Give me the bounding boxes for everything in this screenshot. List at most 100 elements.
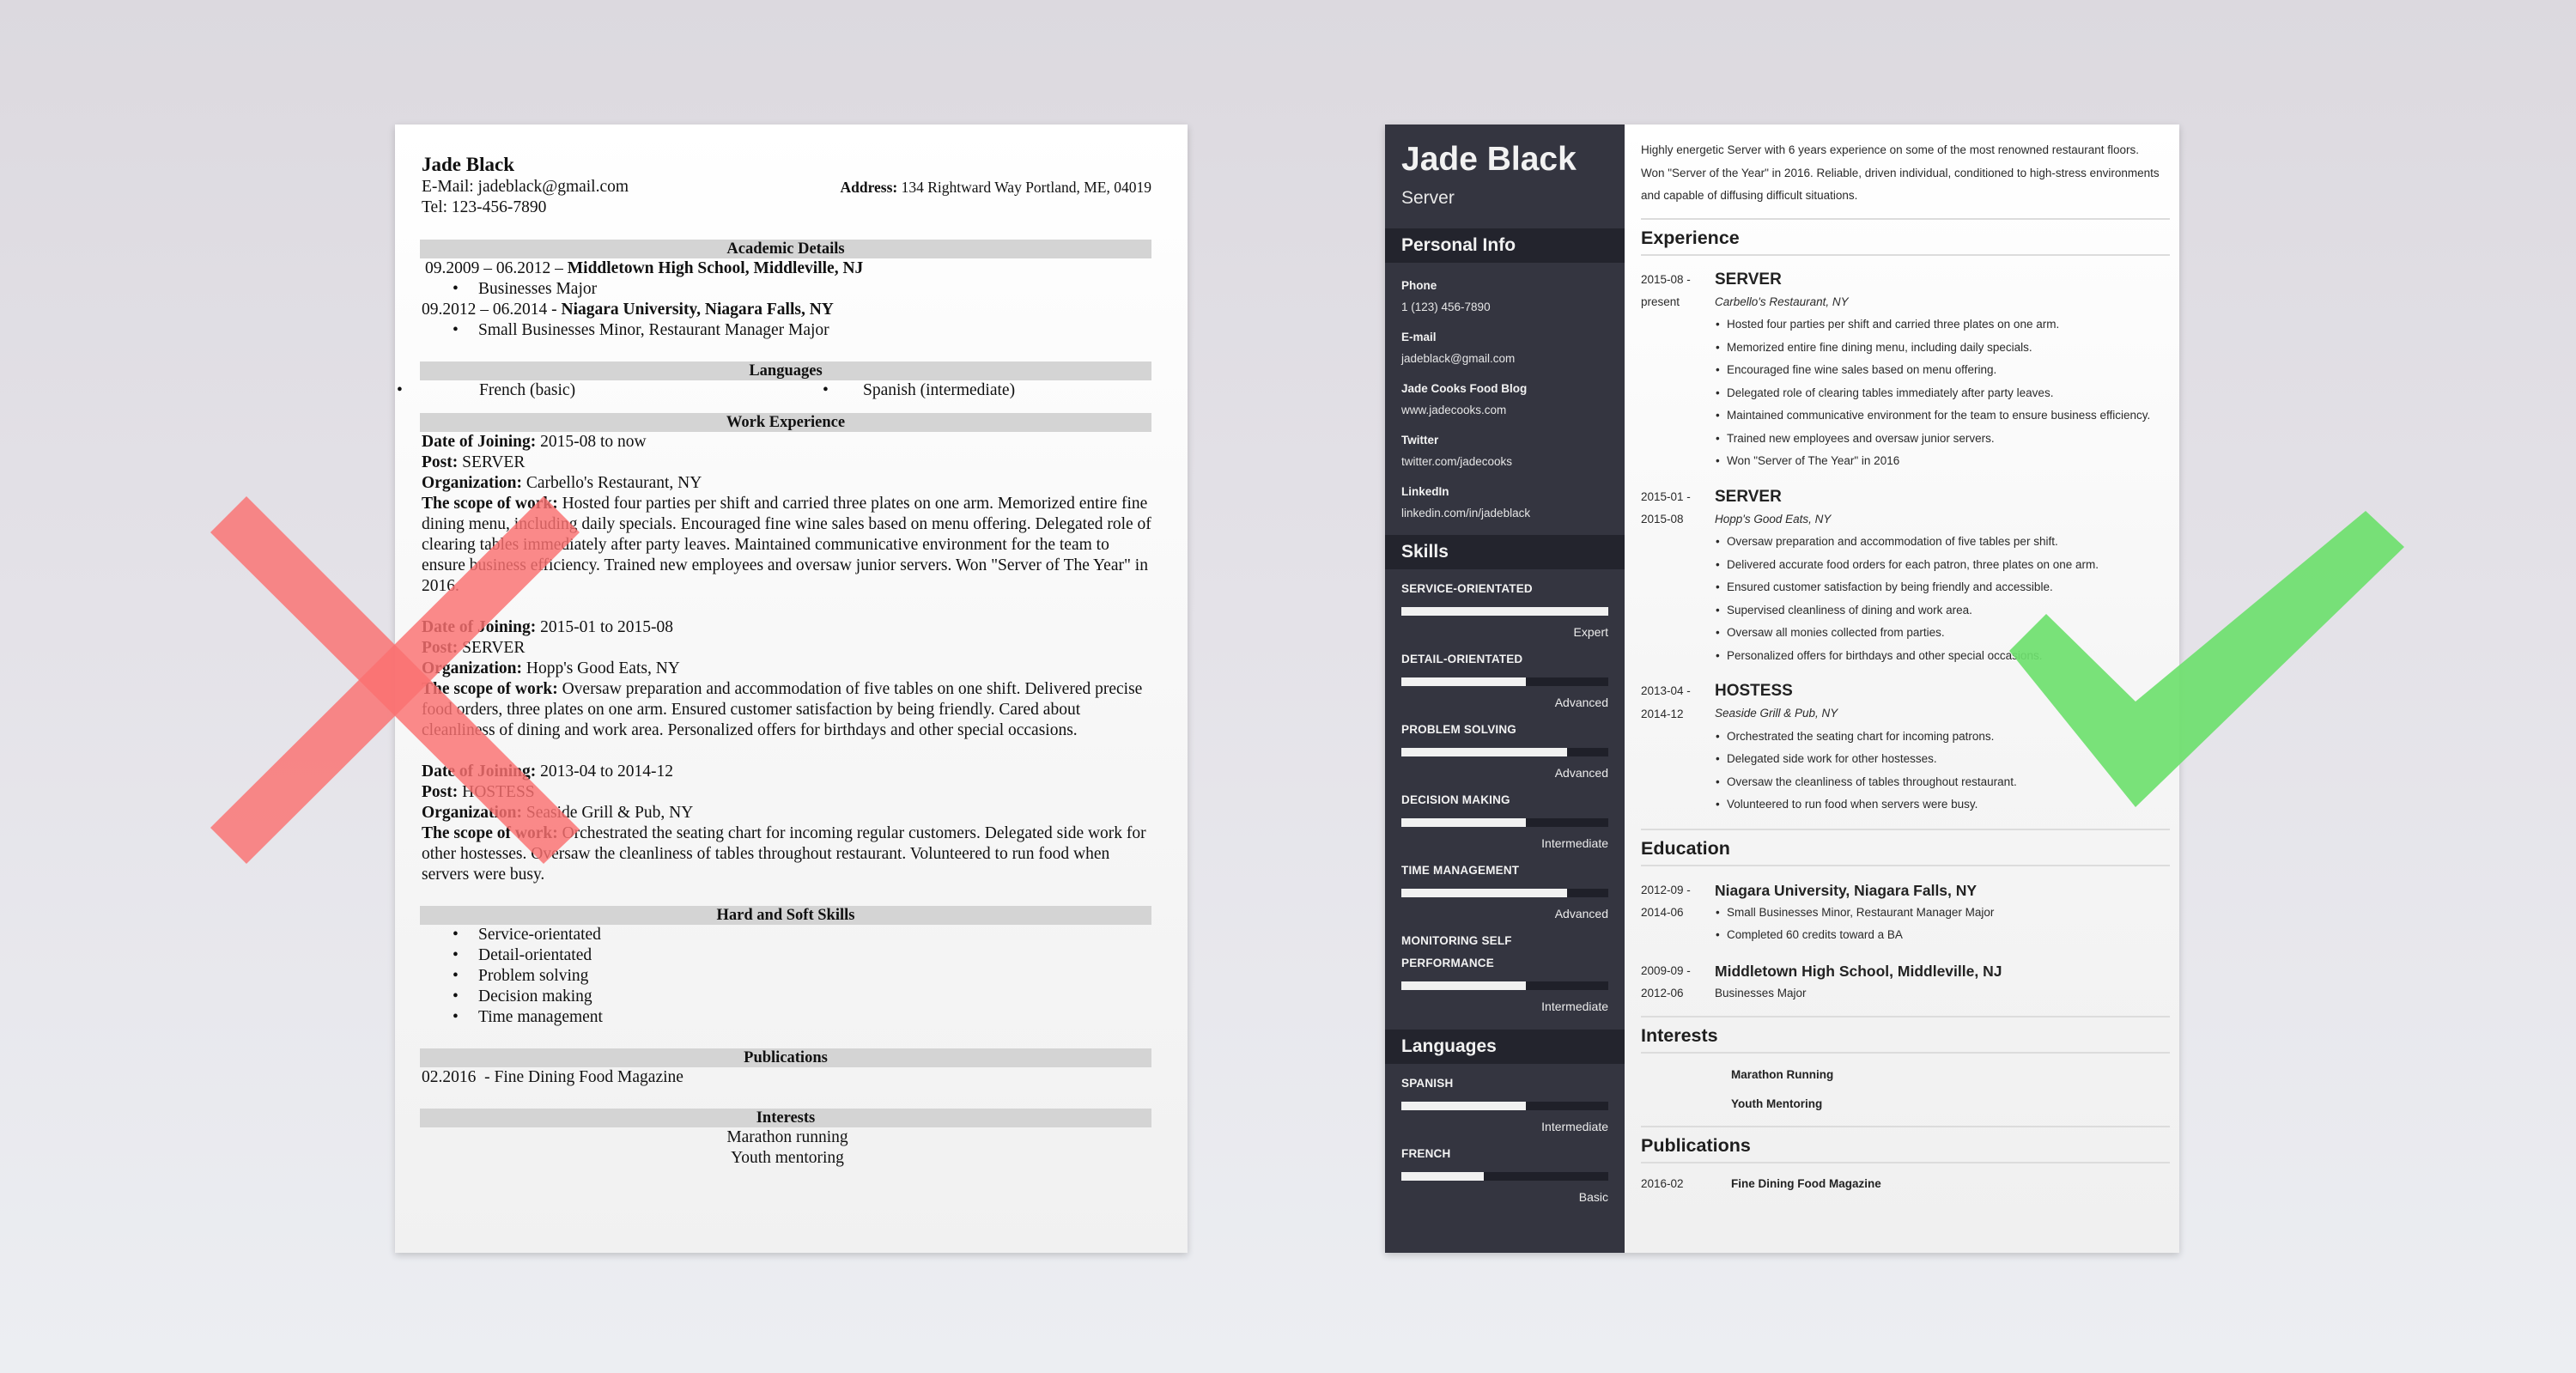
skill-level-fill [1401, 607, 1608, 616]
experience-dates: 2015-01 - 2015-08 [1641, 486, 1715, 668]
education-bullet: Small Businesses Minor, Restaurant Manag… [1715, 902, 2170, 925]
language-level-bar [1401, 1172, 1608, 1181]
interest-item: Youth Mentoring [1731, 1097, 1823, 1110]
interest-item: Youth mentoring [731, 1149, 844, 1167]
experience-entry: 2013-04 - 2014-12 HOSTESS Seaside Grill & P… [1641, 680, 2170, 817]
education-school: Middletown High School, Middleville, NJ [1715, 962, 2002, 980]
address-value: 134 Rightward Way Portland, ME, 04019 [897, 179, 1151, 196]
bad-resume-name: Jade Black [422, 154, 514, 175]
experience-bullet: Oversaw the cleanliness of tables throug… [1715, 771, 2170, 794]
phone-value: 1 (123) 456-7890 [1401, 301, 1491, 313]
language-level-label: Basic [1578, 1190, 1608, 1204]
joining-value: 2015-01 to 2015-08 [536, 618, 674, 636]
bad-resume-email: E-Mail: jadeblack@gmail.com [422, 178, 629, 196]
email-value[interactable]: jadeblack@gmail.com [1401, 350, 1608, 368]
publication-date: 2016-02 [1641, 1176, 1684, 1190]
personal-info-list: Phone 1 (123) 456-7890 E-mail jadeblack@… [1385, 263, 1625, 522]
experience-bullet: Oversaw preparation and accommodation of… [1715, 531, 2170, 554]
experience-bullets: Hosted four parties per shift and carrie… [1715, 313, 2170, 473]
education-dates: 09.2009 – 06.2012 – [425, 259, 568, 277]
education-dates: 09.2012 – 06.2014 - [422, 301, 562, 319]
divider [1641, 864, 2170, 866]
publication-item: 02.2016 - Fine Dining Food Magazine [422, 1068, 683, 1086]
blog-label: Jade Cooks Food Blog [1401, 382, 1528, 395]
section-languages: Languages [420, 361, 1151, 380]
post-value: SERVER [458, 453, 526, 471]
bad-resume-tel: Tel: 123-456-7890 [422, 198, 547, 216]
post-value: HOSTESS [458, 783, 535, 801]
skills-list: Service-orientated Detail-orientated Pro… [422, 925, 1188, 1028]
profile-summary: Highly energetic Server with 6 years exp… [1641, 143, 2160, 202]
education-bullets: Small Businesses Minor, Restaurant Manag… [1715, 902, 2170, 947]
skill-item: PROBLEM SOLVING Advanced [1385, 710, 1625, 781]
experience-bullet: Delivered accurate food orders for each … [1715, 554, 2170, 577]
post-label: Post: [422, 639, 459, 657]
experience-bullet: Won "Server of The Year" in 2016 [1715, 450, 2170, 473]
education-entry: 09.2009 – 06.2012 – Middletown High Scho… [422, 258, 1188, 279]
joining-label: Date of Joining: [422, 618, 537, 636]
work-entry: Date of Joining: 2015-08 to now Post: SE… [422, 432, 1153, 597]
skill-item: DECISION MAKING Intermediate [1385, 781, 1625, 851]
experience-bullets: Oversaw preparation and accommodation of… [1715, 531, 2170, 667]
skill-name: TIME MANAGEMENT [1401, 864, 1520, 877]
experience-bullet: Supervised cleanliness of dining and wor… [1715, 599, 2170, 623]
experience-title: SERVER [1715, 270, 1782, 289]
org-label: Organization: [422, 659, 522, 677]
skill-level-label: Intermediate [1541, 836, 1608, 850]
address-label: Address: [840, 179, 898, 196]
scope-label: The scope of work: [422, 495, 558, 513]
languages-list: SPANISH Intermediate FRENCH Basic [1385, 1064, 1625, 1205]
joining-value: 2013-04 to 2014-12 [536, 762, 674, 781]
education-school: Niagara University, Niagara Falls, NY [561, 301, 834, 319]
interest-item: Marathon Running [1731, 1067, 1834, 1081]
skill-level-fill [1401, 677, 1526, 686]
blog-value[interactable]: www.jadecooks.com [1401, 402, 1608, 419]
resume-sidebar: Jade Black Server Personal Info Phone 1 … [1385, 125, 1625, 1253]
experience-bullet: Oversaw all monies collected from partie… [1715, 622, 2170, 645]
experience-title: SERVER [1715, 487, 1782, 506]
org-value: Seaside Grill & Pub, NY [522, 804, 694, 822]
languages-heading: Languages [1385, 1030, 1625, 1064]
education-school: Niagara University, Niagara Falls, NY [1715, 881, 1978, 899]
experience-bullet: Encouraged fine wine sales based on menu… [1715, 359, 2170, 382]
language-item: Spanish (intermediate) [823, 380, 1015, 401]
good-resume-job-title: Server [1401, 188, 1455, 208]
org-label: Organization: [422, 804, 522, 822]
experience-entry: 2015-01 - 2015-08 SERVER Hopp's Good Eats, … [1641, 486, 2170, 668]
good-resume-document: Jade Black Server Personal Info Phone 1 … [1385, 125, 2179, 1253]
date-end: 2015-08 [1641, 513, 1684, 526]
skill-level-label: Advanced [1554, 907, 1608, 920]
education-heading: Education [1641, 837, 1730, 859]
experience-bullet: Delegated role of clearing tables immedi… [1715, 382, 2170, 405]
twitter-value[interactable]: twitter.com/jadecooks [1401, 453, 1608, 471]
skill-item: MONITORING SELF PERFORMANCE Intermediate [1385, 921, 1625, 1014]
publication-item: 2016-02 Fine Dining Food Magazine [1641, 1177, 2170, 1190]
resume-main-content: Highly energetic Server with 6 years exp… [1625, 125, 2179, 1253]
skill-name: SERVICE-ORIENTATED [1401, 582, 1533, 595]
experience-heading: Experience [1641, 227, 1740, 248]
section-publications: Publications [420, 1048, 1151, 1067]
personal-info-heading: Personal Info [1385, 228, 1625, 263]
experience-bullet: Memorized entire fine dining menu, inclu… [1715, 337, 2170, 360]
experience-bullet: Maintained communicative environment for… [1715, 404, 2170, 428]
language-name: FRENCH [1401, 1147, 1451, 1160]
experience-bullet: Ensured customer satisfaction by being f… [1715, 576, 2170, 599]
language-level-label: Intermediate [1541, 1120, 1608, 1133]
skill-level-fill [1401, 748, 1567, 756]
org-value: Hopp's Good Eats, NY [522, 659, 680, 677]
date-start: 2013-04 - [1641, 684, 1691, 697]
joining-label: Date of Joining: [422, 433, 537, 451]
date-start: 2015-01 - [1641, 489, 1691, 503]
skill-name: MONITORING SELF PERFORMANCE [1401, 934, 1512, 969]
interests-list: Marathon running Youth mentoring [422, 1127, 1153, 1169]
divider [1641, 253, 2170, 256]
skill-level-fill [1401, 889, 1567, 897]
experience-bullets: Orchestrated the seating chart for incom… [1715, 726, 2170, 817]
linkedin-value[interactable]: linkedin.com/in/jadeblack [1401, 505, 1608, 522]
twitter-label: Twitter [1401, 434, 1439, 447]
date-end: present [1641, 295, 1680, 308]
language-item: FRENCH Basic [1385, 1134, 1625, 1205]
date-start: 2012-09 - [1641, 883, 1691, 896]
date-start: 2009-09 - [1641, 963, 1691, 977]
skill-level-bar [1401, 981, 1608, 990]
